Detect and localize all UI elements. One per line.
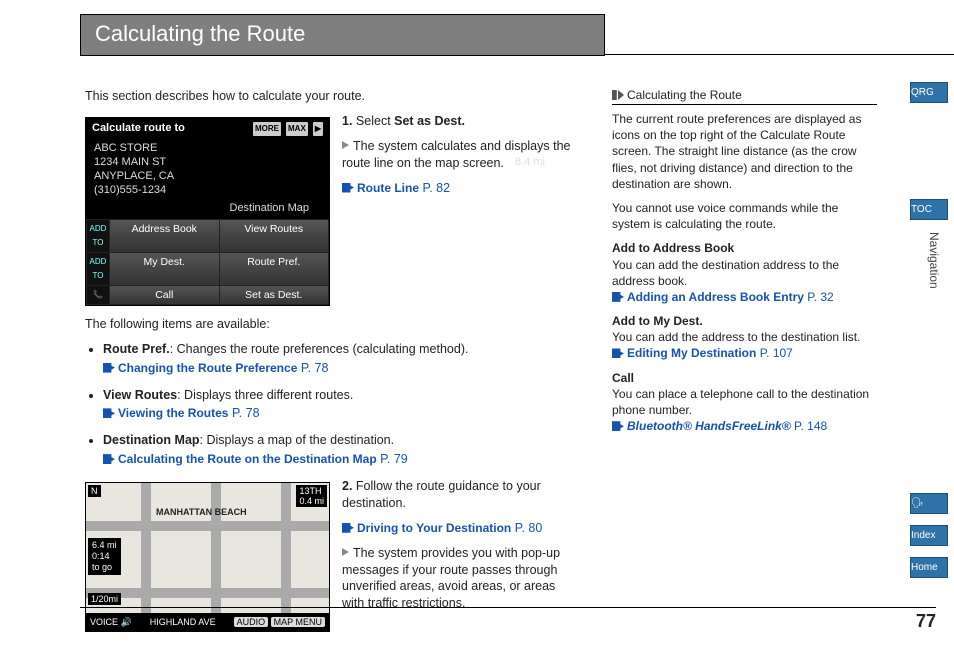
tab-index[interactable]: Index — [910, 525, 948, 546]
fig1-title: Calculate route to — [92, 121, 185, 135]
sidebar-item: Call You can place a telephone call to t… — [612, 370, 877, 435]
xref-link[interactable]: Viewing the Routes P. 78 — [103, 405, 575, 422]
page-header: Calculating the Route — [0, 14, 954, 56]
sidebar-paragraph: The current route preferences are displa… — [612, 111, 877, 192]
intro-text: This section describes how to calculate … — [85, 88, 575, 105]
list-item: Route Pref.: Changes the route preferenc… — [103, 341, 575, 377]
section-label-navigation: Navigation — [927, 232, 941, 289]
note-icon — [612, 90, 624, 100]
xref-link[interactable]: Bluetooth® HandsFreeLink® P. 148 — [612, 419, 827, 433]
xref-link[interactable]: Changing the Route Preference P. 78 — [103, 360, 575, 377]
main-column: This section describes how to calculate … — [85, 88, 575, 638]
footer-rule — [80, 607, 936, 608]
tab-qrg[interactable]: QRG — [910, 82, 948, 103]
list-item: View Routes: Displays three different ro… — [103, 387, 575, 423]
list-item: Destination Map: Displays a map of the d… — [103, 432, 575, 468]
available-items-list: Route Pref.: Changes the route preferenc… — [85, 341, 575, 468]
calculate-route-screenshot: Calculate route to MORE MAX ▶ ABC STORE … — [85, 117, 330, 306]
sidebar-item: Add to Address Book You can add the dest… — [612, 240, 877, 305]
tab-home[interactable]: Home — [910, 557, 948, 578]
page-number: 77 — [916, 611, 936, 632]
fig1-titlebar-icons: MORE MAX ▶ — [251, 121, 323, 136]
tab-toc[interactable]: TOC — [910, 199, 948, 220]
sidebar-title: Calculating the Route — [612, 88, 877, 105]
fig1-distance: 8.4 mi — [515, 155, 545, 169]
sidebar-paragraph: You cannot use voice commands while the … — [612, 200, 877, 232]
fig1-dest-map-label: Destination Map — [230, 201, 310, 215]
xref-link[interactable]: Adding an Address Book Entry P. 32 — [612, 290, 834, 304]
header-rule — [605, 54, 954, 55]
page-title: Calculating the Route — [80, 14, 605, 56]
xref-link[interactable]: Calculating the Route on the Destination… — [103, 451, 575, 468]
fig1-button-grid: ADD TOAddress BookView Routes ADD TOMy D… — [86, 219, 329, 305]
fig1-address: ABC STORE 1234 MAIN ST ANYPLACE, CA (310… — [86, 139, 329, 201]
map-screenshot: N 13TH0.4 mi 6.4 mi 0:14 to go 1/20mi MA… — [85, 482, 330, 632]
step1-block: Calculate route to MORE MAX ▶ ABC STORE … — [85, 113, 575, 316]
step2-block: N 13TH0.4 mi 6.4 mi 0:14 to go 1/20mi MA… — [85, 478, 575, 638]
sidebar-column: Calculating the Route The current route … — [612, 88, 877, 442]
xref-link[interactable]: Editing My Destination P. 107 — [612, 346, 793, 360]
tab-voice[interactable]: 🗣 — [910, 493, 948, 514]
sidebar-item: Add to My Dest. You can add the address … — [612, 313, 877, 362]
available-intro: The following items are available: — [85, 316, 575, 333]
